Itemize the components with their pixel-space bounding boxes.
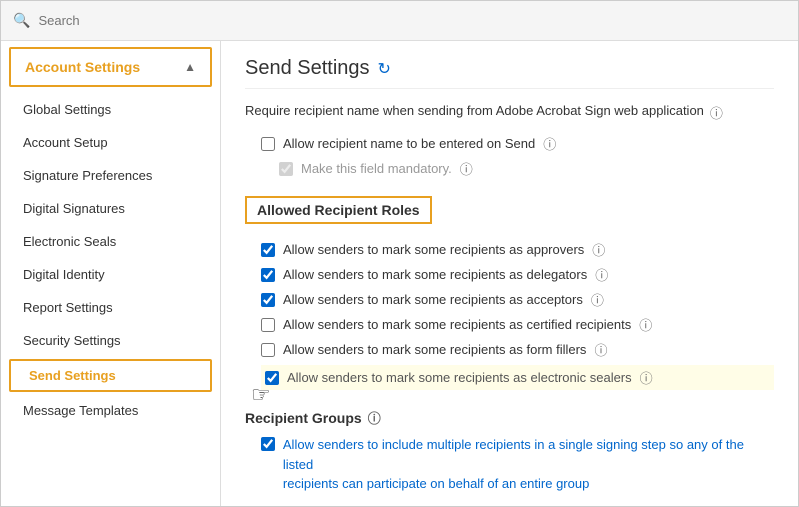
content-area: Send Settings ↻ Require recipient name w…	[221, 41, 798, 506]
content-title-row: Send Settings ↻	[245, 57, 774, 89]
checkbox-row-approvers: Allow senders to mark some recipients as…	[261, 240, 774, 259]
checkbox-row-acceptors: Allow senders to mark some recipients as…	[261, 290, 774, 309]
help-icon-description[interactable]: ⓘ	[710, 103, 723, 122]
checkbox-delegators[interactable]	[261, 268, 275, 282]
checkbox-delegators-label: Allow senders to mark some recipients as…	[283, 267, 587, 282]
sidebar-item-security-settings[interactable]: Security Settings	[1, 324, 220, 357]
checkbox-row-mandatory: Make this field mandatory. ⓘ	[279, 159, 774, 178]
sidebar-section-account-settings[interactable]: Account Settings ▲	[9, 47, 212, 87]
sidebar-item-electronic-seals[interactable]: Electronic Seals	[1, 225, 220, 258]
recipient-groups-text: Allow senders to include multiple recipi…	[283, 435, 774, 494]
description-text: Require recipient name when sending from…	[245, 103, 704, 118]
checkbox-row-electronic-sealers: Allow senders to mark some recipients as…	[261, 365, 774, 390]
recipient-groups-section: Recipient Groups ⓘ Allow senders to incl…	[245, 408, 774, 494]
checkbox-approvers-label: Allow senders to mark some recipients as…	[283, 242, 584, 257]
main-layout: Account Settings ▲ Global Settings Accou…	[1, 41, 798, 506]
search-bar: 🔍	[1, 1, 798, 41]
sidebar: Account Settings ▲ Global Settings Accou…	[1, 41, 221, 506]
sidebar-item-send-settings[interactable]: Send Settings	[9, 359, 212, 392]
checkbox-form-fillers[interactable]	[261, 343, 275, 357]
checkbox-row-allow-name: Allow recipient name to be entered on Se…	[261, 134, 774, 153]
search-input[interactable]	[38, 13, 178, 28]
sidebar-item-report-settings[interactable]: Report Settings	[1, 291, 220, 324]
chevron-up-icon: ▲	[184, 60, 196, 74]
recipient-groups-checkbox-row: Allow senders to include multiple recipi…	[261, 435, 774, 494]
recipient-groups-link[interactable]: an entire group	[502, 476, 589, 491]
checkbox-acceptors-label: Allow senders to mark some recipients as…	[283, 292, 583, 307]
help-icon-acceptors[interactable]: ⓘ	[591, 290, 604, 309]
checkbox-row-form-fillers: Allow senders to mark some recipients as…	[261, 340, 774, 359]
help-icon-delegators[interactable]: ⓘ	[595, 265, 608, 284]
sidebar-item-global-settings[interactable]: Global Settings	[1, 93, 220, 126]
allowed-recipient-roles-header: Allowed Recipient Roles	[245, 196, 432, 224]
sidebar-item-digital-signatures[interactable]: Digital Signatures	[1, 192, 220, 225]
help-icon-mandatory[interactable]: ⓘ	[460, 159, 473, 178]
sidebar-item-signature-preferences[interactable]: Signature Preferences	[1, 159, 220, 192]
checkbox-mandatory-label: Make this field mandatory.	[301, 161, 452, 176]
checkbox-row-certified: Allow senders to mark some recipients as…	[261, 315, 774, 334]
checkbox-acceptors[interactable]	[261, 293, 275, 307]
help-icon-approvers[interactable]: ⓘ	[592, 240, 605, 259]
search-icon: 🔍	[13, 12, 30, 29]
recipient-groups-title: Recipient Groups ⓘ	[245, 408, 774, 427]
checkbox-form-fillers-label: Allow senders to mark some recipients as…	[283, 342, 586, 357]
checkbox-approvers[interactable]	[261, 243, 275, 257]
allowed-recipient-roles-section: Allowed Recipient Roles Allow senders to…	[245, 184, 774, 390]
checkbox-certified[interactable]	[261, 318, 275, 332]
checkbox-allow-name-label: Allow recipient name to be entered on Se…	[283, 136, 535, 151]
sidebar-item-account-setup[interactable]: Account Setup	[1, 126, 220, 159]
help-icon-recipient-groups[interactable]: ⓘ	[368, 408, 381, 427]
page-title: Send Settings	[245, 57, 370, 80]
help-icon-certified[interactable]: ⓘ	[639, 315, 652, 334]
section-description: Require recipient name when sending from…	[245, 103, 774, 122]
checkbox-mandatory[interactable]	[279, 162, 293, 176]
app-window: 🔍 Account Settings ▲ Global Settings Acc…	[0, 0, 799, 507]
checkbox-certified-label: Allow senders to mark some recipients as…	[283, 317, 631, 332]
help-icon-form-fillers[interactable]: ⓘ	[594, 340, 607, 359]
sidebar-section-label: Account Settings	[25, 59, 140, 75]
checkbox-recipient-groups[interactable]	[261, 437, 275, 451]
checkbox-row-delegators: Allow senders to mark some recipients as…	[261, 265, 774, 284]
refresh-icon[interactable]: ↻	[378, 59, 391, 79]
help-icon-electronic-sealers[interactable]: ⓘ	[640, 368, 653, 387]
sidebar-item-message-templates[interactable]: Message Templates	[1, 394, 220, 427]
cursor-hand-icon: ☞	[251, 382, 271, 408]
checkbox-allow-name[interactable]	[261, 137, 275, 151]
sidebar-item-digital-identity[interactable]: Digital Identity	[1, 258, 220, 291]
checkbox-electronic-sealers-label: Allow senders to mark some recipients as…	[287, 370, 632, 385]
help-icon-allow-name[interactable]: ⓘ	[543, 134, 556, 153]
